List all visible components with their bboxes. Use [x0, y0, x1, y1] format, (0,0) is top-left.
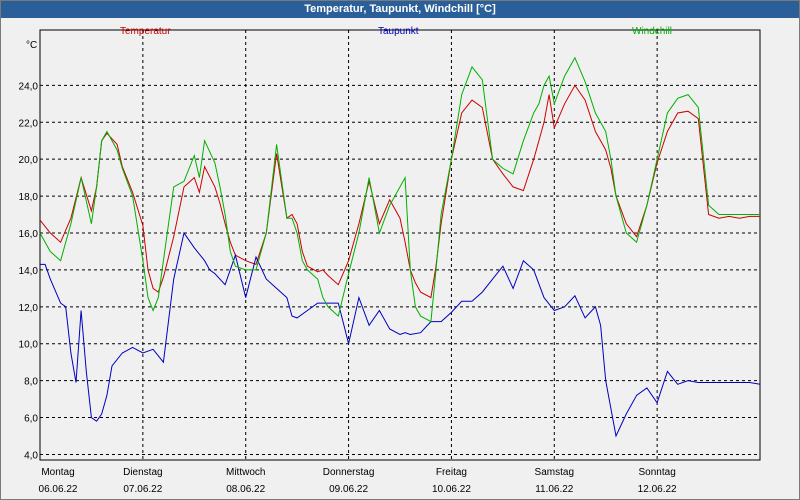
y-tick-label: 18,0 — [19, 192, 39, 203]
x-tick-date: 07.06.22 — [123, 484, 162, 495]
series-line-temperatur — [39, 84, 760, 299]
y-tick-label: 8,0 — [24, 377, 38, 388]
x-tick-date: 10.06.22 — [432, 484, 471, 495]
y-tick-label: 6,0 — [24, 414, 38, 425]
x-tick-date: 11.06.22 — [535, 484, 574, 495]
y-tick-label: 12,0 — [19, 303, 39, 314]
x-tick-day: Sonntag — [639, 467, 676, 478]
x-labels: Montag 06.06.22 Dienstag 07.06.22 Mittwoch 08… — [39, 467, 678, 495]
x-tick-day: Freitag — [436, 467, 467, 478]
y-tick-label: 22,0 — [19, 118, 39, 129]
x-tick-day: Montag — [41, 467, 74, 478]
x-tick-day: Dienstag — [123, 467, 162, 478]
y-tick-label: 4,0 — [24, 450, 38, 461]
y-tick-label: 24,0 — [19, 81, 39, 92]
series-line-taupunkt — [40, 231, 761, 438]
x-tick-date: 09.06.22 — [329, 484, 368, 495]
series-group — [39, 56, 761, 438]
legend-windchill: Windchill — [632, 26, 672, 37]
x-tick-day: Samstag — [535, 467, 574, 478]
x-tick-date: 06.06.22 — [39, 484, 78, 495]
y-tick-label: 14,0 — [19, 266, 39, 277]
y-ticks: 4,0 6,0 8,0 10,0 12,0 14,0 16,0 18,0 20,0 22,0 24,… — [19, 81, 39, 461]
y-axis-unit: °C — [26, 40, 37, 51]
chart-svg: °C Temperatur Taupunkt Windchill 4,0 6,0 8… — [19, 26, 761, 495]
legend-taupunkt: Taupunkt — [378, 26, 419, 37]
x-tick-day: Mittwoch — [226, 467, 265, 478]
y-tick-label: 16,0 — [19, 229, 39, 240]
legend-temperatur: Temperatur — [120, 26, 171, 37]
x-tick-date: 12.06.22 — [638, 484, 677, 495]
x-tick-date: 08.06.22 — [226, 484, 265, 495]
y-tick-label: 10,0 — [19, 340, 39, 351]
series-line-windchill — [39, 56, 760, 323]
y-tick-label: 20,0 — [19, 155, 39, 166]
x-tick-day: Donnerstag — [323, 467, 375, 478]
